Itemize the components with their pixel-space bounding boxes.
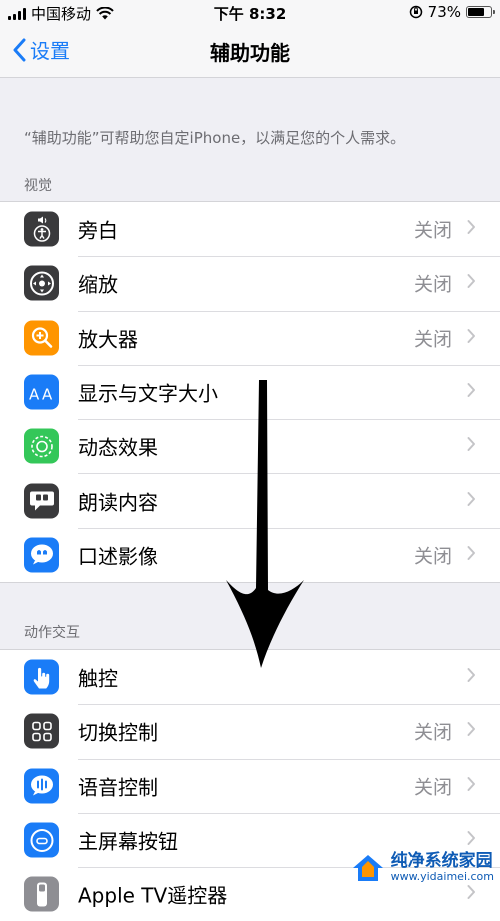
chevron-right-icon [467,885,475,900]
chevron-right-icon [467,220,475,235]
chevron-right-icon [467,545,475,560]
watermark-title: 纯净系统家园 [390,851,493,872]
audio-description-icon [24,537,59,573]
voice-control-icon [24,768,59,804]
orientation-lock-icon [409,5,422,19]
row-value: 关闭 [413,219,452,242]
disclosure-chevron [467,383,476,402]
row-label: 朗读内容 [78,490,158,515]
settings-row-text-size[interactable]: A A 显示与文字大小 [0,364,500,419]
settings-row-spoken-content[interactable]: 朗读内容 [0,473,500,527]
section-header-interaction: 动作交互 [24,625,80,641]
section-header-vision: 视觉 [24,178,52,194]
watermark-logo: 纯净系统家园 www.yidaimei.com [351,851,494,884]
page-title: 辅助功能 [210,41,290,65]
status-bar: 中国移动 下午 8:32 73% [0,0,500,24]
chevron-right-icon [467,776,475,791]
disclosure-chevron [467,437,476,456]
battery-percent: 73% [427,3,461,21]
settings-row-audio-description[interactable]: 口述影像 关闭 [0,527,500,582]
magnifier-icon [24,320,59,356]
disclosure-chevron [467,722,476,741]
row-label: Apple TV遥控器 [78,883,228,908]
settings-row-zoom[interactable]: 缩放 关闭 [0,256,500,310]
house-logo-icon [352,855,383,881]
touch-icon [24,659,59,695]
row-label: 语音控制 [78,775,158,800]
home-button-icon [24,822,59,858]
row-label: 显示与文字大小 [78,381,218,406]
vision-settings-group: 旁白 关闭 缩放 关闭 放大器 关闭 A A 显示与文字大小 动态效果 朗读内容 口述影像 关闭 [0,201,500,584]
disclosure-chevron [467,328,476,347]
apple-tv-remote-icon [24,876,59,912]
disclosure-chevron [467,668,476,687]
settings-row-magnifier[interactable]: 放大器 关闭 [0,310,500,365]
text-size-icon: AA [24,374,59,410]
chevron-right-icon [467,328,475,343]
row-label: 切换控制 [78,720,158,745]
settings-row-switch-control[interactable]: 切换控制 关闭 [0,704,500,758]
disclosure-chevron [467,491,476,510]
watermark-url: www.yidaimei.com [390,870,494,884]
motion-icon [24,428,59,464]
row-label: 缩放 [78,272,118,297]
disclosure-chevron [467,885,476,904]
settings-row-touch[interactable]: 触控 [0,650,500,704]
chevron-right-icon [467,383,475,398]
chevron-right-icon [467,491,475,506]
disclosure-chevron [467,831,476,850]
row-value: 关闭 [413,776,452,799]
svg-text:A: A [29,385,40,402]
navigation-bar: 设置 辅助功能 [0,24,500,78]
settings-row-voice-control[interactable]: 语音控制 关闭 [0,758,500,813]
row-label: 触控 [78,666,118,691]
chevron-right-icon [467,437,475,452]
row-label: 放大器 [78,327,138,352]
row-label: 旁白 [78,218,118,243]
zoom-icon [24,265,59,301]
disclosure-chevron [467,545,476,564]
disclosure-chevron [467,274,476,293]
chevron-right-icon [467,668,475,683]
svg-text:A: A [42,385,53,402]
row-label: 口述影像 [78,544,158,569]
switch-control-icon [24,713,59,749]
row-value: 关闭 [413,273,452,296]
row-value: 关闭 [413,721,452,744]
row-label: 动态效果 [78,435,158,460]
voiceover-icon [24,211,59,247]
row-value: 关闭 [413,328,452,351]
row-value: 关闭 [413,545,452,568]
spoken-content-icon [24,483,59,519]
chevron-right-icon [467,831,475,846]
row-label: 主屏幕按钮 [78,829,178,854]
settings-row-voiceover[interactable]: 旁白 关闭 [0,202,500,256]
battery-icon [466,6,495,18]
chevron-right-icon [467,722,475,737]
chevron-right-icon [467,274,475,289]
disclosure-chevron [467,776,476,795]
disclosure-chevron [467,220,476,239]
intro-description: “辅助功能”可帮助您自定iPhone，以满足您的个人需求。 [24,129,406,147]
settings-row-motion[interactable]: 动态效果 [0,419,500,473]
